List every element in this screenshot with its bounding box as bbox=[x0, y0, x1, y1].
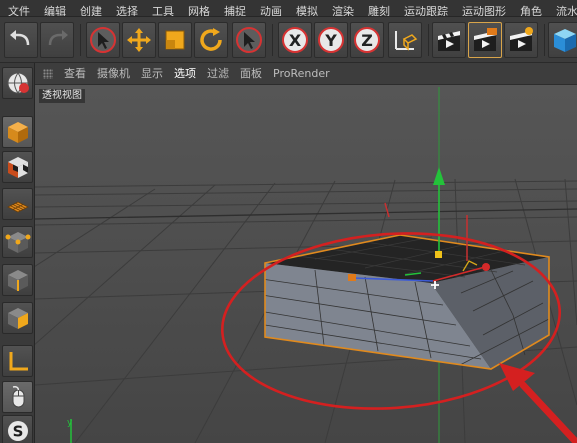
undo-button[interactable] bbox=[4, 22, 38, 58]
rotate-tool-button[interactable] bbox=[194, 22, 228, 58]
polygon-cube-icon bbox=[7, 308, 28, 329]
coordinate-system-icon bbox=[395, 31, 418, 51]
svg-text:Z: Z bbox=[361, 31, 373, 50]
drag-grip-icon[interactable] bbox=[43, 69, 53, 79]
left-toolbar: S bbox=[0, 63, 35, 443]
viewport-menu-view[interactable]: 查看 bbox=[61, 63, 94, 84]
render-picture-viewer-icon bbox=[474, 28, 497, 51]
menu-animate[interactable]: 动画 bbox=[252, 4, 288, 16]
z-axis-lock-button[interactable]: Z bbox=[350, 22, 384, 58]
rotate-icon bbox=[200, 28, 222, 51]
select-cursor-icon bbox=[90, 27, 116, 53]
main-toolbar: X Y Z bbox=[0, 17, 577, 63]
snap-s-icon: S bbox=[7, 421, 28, 441]
move-icon bbox=[127, 28, 151, 52]
render-view-button[interactable] bbox=[432, 22, 466, 58]
viewport-menu-filter[interactable]: 过滤 bbox=[204, 63, 237, 84]
snap-button[interactable]: S bbox=[2, 415, 33, 443]
menu-snap[interactable]: 捕捉 bbox=[216, 4, 252, 16]
point-mode-button[interactable] bbox=[2, 226, 33, 258]
viewport-menu-bar: 查看 摄像机 显示 选项 过滤 面板 ProRender bbox=[35, 63, 577, 85]
workplane-button[interactable] bbox=[2, 188, 33, 220]
svg-text:Y: Y bbox=[324, 31, 337, 50]
axis-corner-icon bbox=[9, 352, 28, 371]
menu-create[interactable]: 创建 bbox=[72, 4, 108, 16]
menu-tools[interactable]: 工具 bbox=[144, 4, 180, 16]
checker-cube-icon bbox=[7, 157, 28, 178]
undo-icon bbox=[10, 30, 30, 46]
menu-select[interactable]: 选择 bbox=[108, 4, 144, 16]
svg-text:X: X bbox=[289, 31, 302, 50]
menu-edit[interactable]: 编辑 bbox=[36, 4, 72, 16]
render-picture-viewer-button[interactable] bbox=[468, 22, 502, 58]
y-axis-icon: Y bbox=[318, 27, 344, 53]
menu-pipeline[interactable]: 流水线 bbox=[548, 4, 577, 16]
viewport-menu-prorender[interactable]: ProRender bbox=[270, 63, 338, 84]
menu-simulate[interactable]: 模拟 bbox=[288, 4, 324, 16]
render-settings-icon bbox=[510, 27, 533, 51]
viewport-menu-display[interactable]: 显示 bbox=[138, 63, 171, 84]
select-tool-button[interactable] bbox=[86, 22, 120, 58]
scale-icon bbox=[165, 30, 185, 50]
menu-mograph[interactable]: 运动图形 bbox=[454, 4, 512, 16]
live-select-button[interactable] bbox=[232, 22, 266, 58]
viewport-scene[interactable]: y bbox=[35, 85, 577, 443]
menu-render[interactable]: 渲染 bbox=[324, 4, 360, 16]
cube-object-button[interactable] bbox=[548, 22, 577, 58]
menu-character[interactable]: 角色 bbox=[512, 4, 548, 16]
viewport-name-label: 透视视图 bbox=[39, 89, 85, 103]
svg-text:S: S bbox=[12, 423, 23, 441]
coordinate-system-button[interactable] bbox=[388, 22, 422, 58]
y-axis-lock-button[interactable]: Y bbox=[314, 22, 348, 58]
svg-text:y: y bbox=[67, 418, 73, 428]
menu-bar: 文件编辑创建选择工具网格捕捉动画模拟渲染雕刻运动跟踪运动图形角色流水线 bbox=[0, 0, 577, 17]
render-view-icon bbox=[438, 31, 460, 51]
model-cube-icon bbox=[7, 122, 28, 143]
viewport-menu-cameras[interactable]: 摄像机 bbox=[94, 63, 138, 84]
render-settings-button[interactable] bbox=[504, 22, 538, 58]
axis-mode-button[interactable] bbox=[2, 345, 33, 377]
globe-icon bbox=[7, 72, 29, 94]
redo-button[interactable] bbox=[40, 22, 74, 58]
model-mode-button[interactable] bbox=[2, 116, 33, 148]
x-axis-icon: X bbox=[282, 27, 308, 53]
point-cube-icon bbox=[5, 232, 30, 253]
move-tool-button[interactable] bbox=[122, 22, 156, 58]
scale-tool-button[interactable] bbox=[158, 22, 192, 58]
grid-plane-icon bbox=[6, 201, 29, 213]
make-editable-button[interactable] bbox=[2, 67, 33, 99]
edge-mode-button[interactable] bbox=[2, 264, 33, 296]
redo-icon bbox=[48, 30, 68, 46]
mouse-icon bbox=[12, 386, 24, 408]
menu-file[interactable]: 文件 bbox=[0, 4, 36, 16]
viewport-menu-options[interactable]: 选项 bbox=[171, 63, 204, 84]
viewport-menu-panel[interactable]: 面板 bbox=[237, 63, 270, 84]
menu-motion-tracker[interactable]: 运动跟踪 bbox=[396, 4, 454, 16]
perspective-viewport[interactable]: y 透视视图 bbox=[35, 85, 577, 443]
x-axis-lock-button[interactable]: X bbox=[278, 22, 312, 58]
polygon-mode-button[interactable] bbox=[2, 302, 33, 334]
menu-mesh[interactable]: 网格 bbox=[180, 4, 216, 16]
cube-icon bbox=[554, 29, 576, 52]
edge-cube-icon bbox=[7, 270, 28, 291]
texture-mode-button[interactable] bbox=[2, 151, 33, 183]
live-select-icon bbox=[236, 27, 262, 53]
menu-sculpt[interactable]: 雕刻 bbox=[360, 4, 396, 16]
z-axis-icon: Z bbox=[354, 27, 380, 53]
tweak-mode-button[interactable] bbox=[2, 381, 33, 413]
